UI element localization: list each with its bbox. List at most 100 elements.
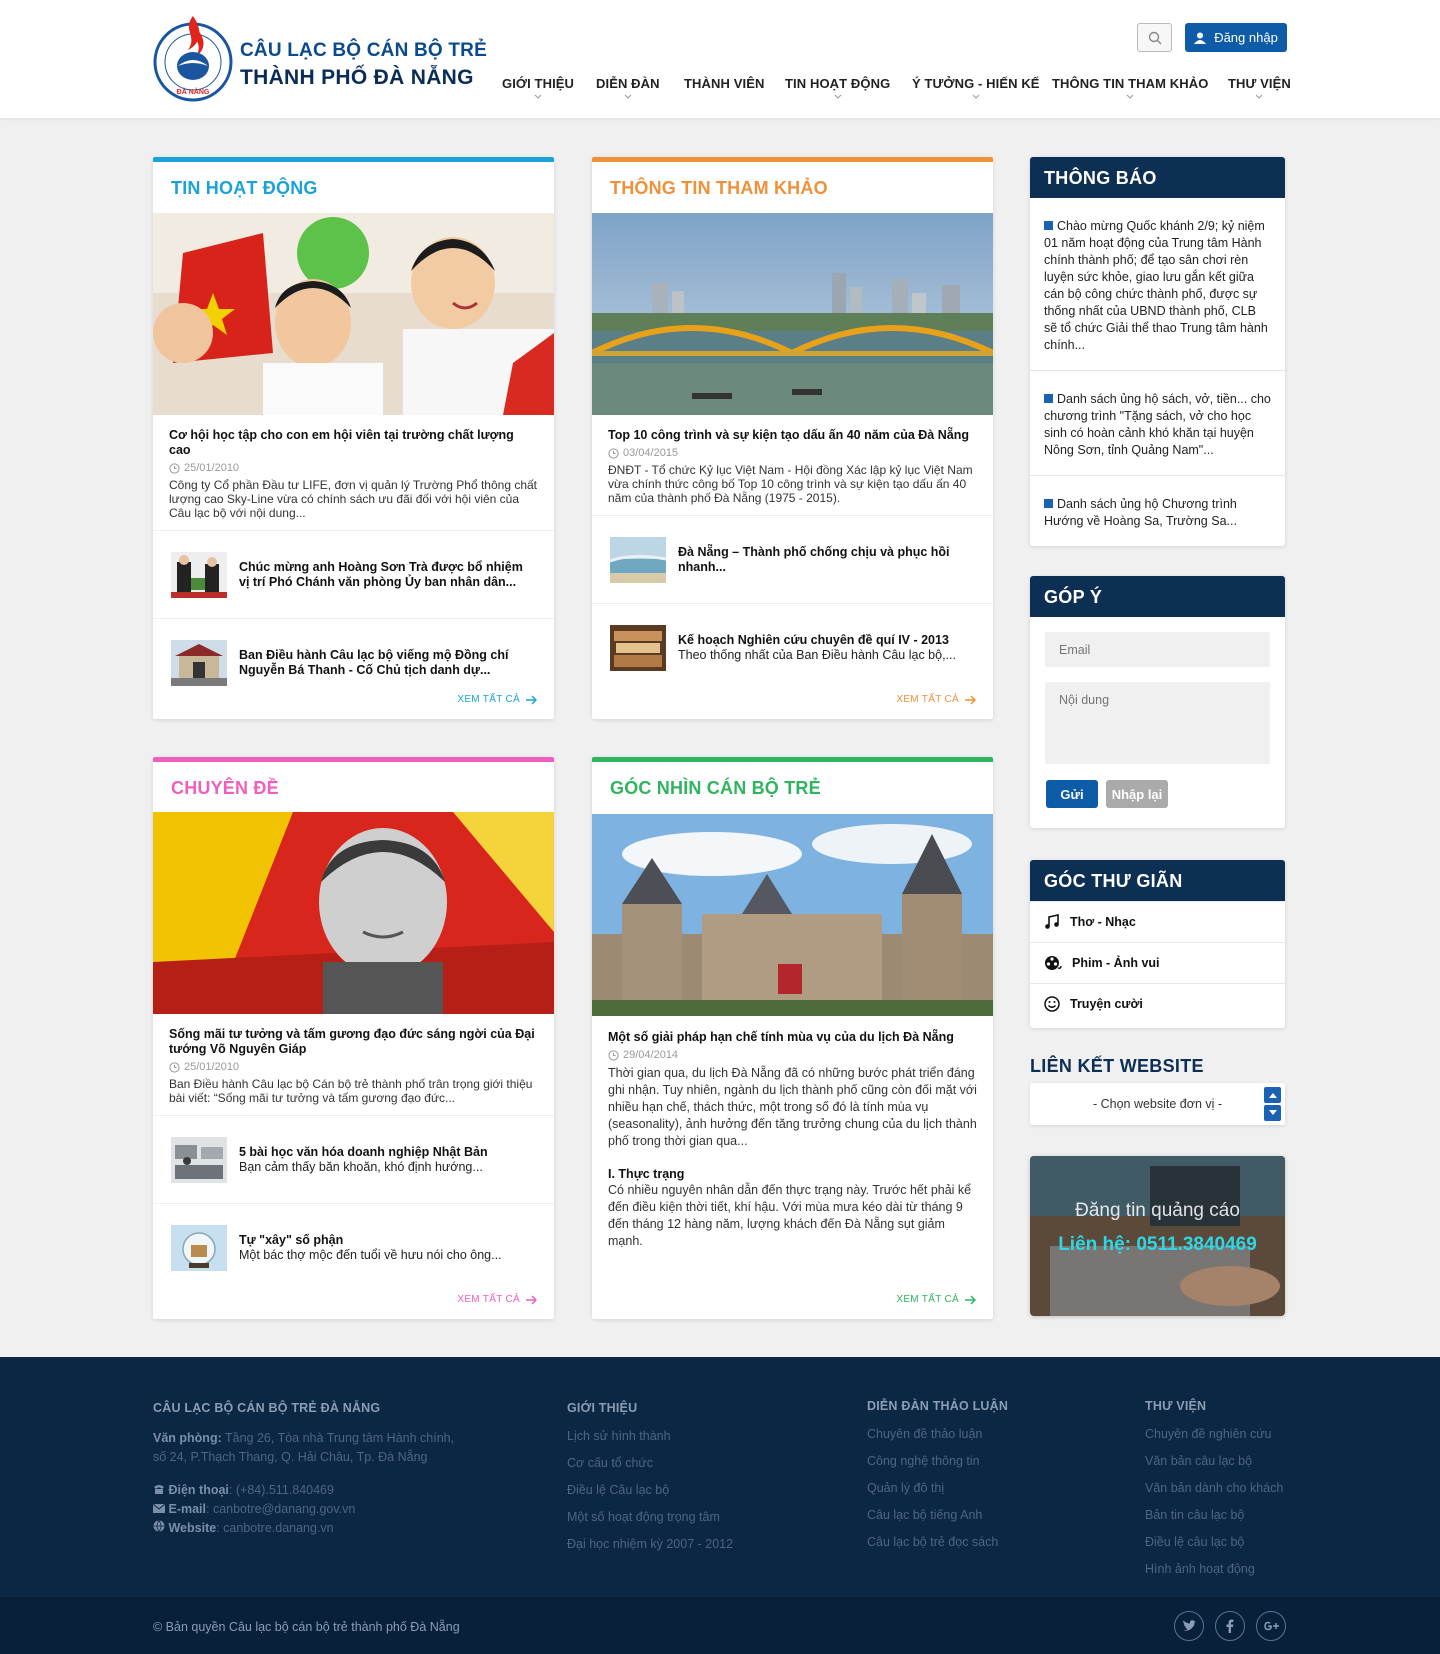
relax-item-joke[interactable]: Truyện cười	[1030, 983, 1285, 1024]
portrait-photo[interactable]	[153, 812, 554, 1014]
list-item[interactable]: 5 bài học văn hóa doanh nghiệp Nhật Bản B…	[153, 1115, 554, 1203]
children-photo[interactable]	[153, 213, 554, 415]
reset-button[interactable]: Nhập lại	[1106, 780, 1168, 808]
nav-gioi-thieu[interactable]: GIỚI THIỆU	[502, 76, 574, 99]
feature-title[interactable]: Một số giải pháp hạn chế tính mùa vụ của…	[608, 1030, 977, 1045]
bullet-icon	[1044, 499, 1053, 508]
web-text[interactable]: : canbotre.danang.vn	[216, 1521, 333, 1535]
email-field[interactable]	[1045, 632, 1270, 667]
list-item[interactable]: Ban Điều hành Câu lạc bộ viếng mộ Đồng c…	[153, 618, 554, 706]
footer-link[interactable]: Văn bản câu lạc bộ	[1145, 1454, 1252, 1468]
footer-link[interactable]: Điều lệ Câu lạc bộ	[567, 1483, 669, 1497]
footer-link[interactable]: Công nghệ thông tin	[867, 1454, 980, 1468]
feature-article[interactable]: Sống mãi tư tưởng và tấm gương đạo đức s…	[153, 1014, 554, 1115]
feature-title[interactable]: Cơ hội học tập cho con em hội viên tại t…	[169, 428, 538, 458]
feature-article[interactable]: Một số giải pháp hạn chế tính mùa vụ của…	[592, 1016, 993, 1260]
section-goc-nhin-can-bo-tre: GÓC NHÌN CÁN BỘ TRẺ Một số giải pháp hạn…	[592, 757, 993, 1319]
notice-item[interactable]: Danh sách ủng hộ sách, vở, tiền... cho c…	[1030, 371, 1285, 476]
view-all-link[interactable]: XEM TẤT CẢ	[896, 694, 977, 705]
clock-icon	[608, 1049, 619, 1061]
section-title[interactable]: TIN HOẠT ĐỘNG	[153, 162, 554, 213]
feature-date: 25/01/2010	[169, 1061, 538, 1073]
content-field[interactable]	[1045, 682, 1270, 764]
footer-link[interactable]: Hình ảnh hoạt động	[1145, 1562, 1255, 1576]
footer-link[interactable]: Câu lạc bộ tiếng Anh	[867, 1508, 982, 1522]
ad-line2: Liên hệ: 0511.3840469	[1058, 1234, 1257, 1255]
date-text: 29/04/2014	[623, 1049, 679, 1061]
feature-body: Có nhiều nguyên nhân dẫn đến thực trạng …	[608, 1183, 972, 1248]
view-all-link[interactable]: XEM TẤT CẢ	[457, 694, 538, 705]
scroll-down-button[interactable]	[1264, 1105, 1281, 1121]
nav-label: THƯ VIỆN	[1228, 76, 1291, 91]
bullet-icon	[1044, 221, 1053, 230]
footer-link[interactable]: Một số hoạt động trọng tâm	[567, 1510, 720, 1524]
section-title[interactable]: GÓC NHÌN CÁN BỘ TRẺ	[592, 762, 993, 814]
date-text: 25/01/2010	[184, 1061, 240, 1073]
ad-banner[interactable]: Đăng tin quảng cáo Liên hệ: 0511.3840469	[1030, 1156, 1285, 1316]
footer-link[interactable]: Điều lệ câu lạc bộ	[1145, 1535, 1244, 1549]
footer-link[interactable]: Cơ cấu tổ chức	[567, 1456, 653, 1470]
feature-title[interactable]: Sống mãi tư tưởng và tấm gương đạo đức s…	[169, 1027, 538, 1057]
music-icon	[1045, 914, 1059, 929]
nav-dien-dan[interactable]: DIỄN ĐÀN	[596, 76, 660, 99]
nav-thong-tin-tham-khao[interactable]: THÔNG TIN THAM KHẢO	[1052, 76, 1208, 99]
view-all-link[interactable]: XEM TẤT CẢ	[896, 1294, 977, 1305]
main-nav: GIỚI THIỆU DIỄN ĐÀN THÀNH VIÊN TIN HOẠT …	[0, 76, 1440, 106]
facebook-button[interactable]	[1215, 1611, 1245, 1641]
dragon-bridge-photo[interactable]	[592, 213, 993, 415]
feature-article[interactable]: Cơ hội học tập cho con em hội viên tại t…	[153, 415, 554, 530]
notice-item[interactable]: Chào mừng Quốc khánh 2/9; kỷ niệm 01 năm…	[1030, 198, 1285, 371]
chevron-down-icon	[834, 94, 841, 99]
email-text[interactable]: : canbotre@danang.gov.vn	[206, 1502, 355, 1516]
clock-icon	[608, 447, 619, 459]
item-title: Chúc mừng anh Hoàng Sơn Trà được bổ nhiệ…	[239, 559, 523, 589]
phone-label: Điện thoại	[168, 1483, 229, 1497]
list-item[interactable]: Tự "xây" số phận Một bác thợ mộc đến tuổi…	[153, 1203, 554, 1291]
chevron-down-icon	[1268, 1110, 1277, 1115]
footer-link[interactable]: Đại học nhiệm kỳ 2007 - 2012	[567, 1537, 733, 1551]
section-tin-hoat-dong: TIN HOẠT ĐỘNG Cơ hội học tập cho con em …	[153, 157, 554, 719]
feature-title[interactable]: Top 10 công trình và sự kiện tạo dấu ấn …	[608, 428, 977, 443]
feature-article[interactable]: Top 10 công trình và sự kiện tạo dấu ấn …	[592, 415, 993, 515]
nav-thu-vien[interactable]: THƯ VIỆN	[1228, 76, 1291, 99]
login-button[interactable]: Đăng nhập	[1185, 23, 1287, 52]
list-item[interactable]: Kế hoạch Nghiên cứu chuyên đề quí IV - 2…	[592, 603, 993, 691]
footer-link[interactable]: Văn bản dành cho khách	[1145, 1481, 1283, 1495]
send-button[interactable]: Gửi	[1046, 780, 1098, 808]
footer-link[interactable]: Chuyên đề thảo luận	[867, 1427, 982, 1441]
footer-link[interactable]: Lịch sử hình thành	[567, 1429, 671, 1443]
footer-link[interactable]: Chuyên đề nghiên cứu	[1145, 1427, 1272, 1441]
notice-text: Danh sách ủng hộ Chương trình Hướng về H…	[1044, 497, 1237, 528]
footer-library-heading: THƯ VIỆN	[1145, 1399, 1207, 1413]
site-header: ĐÀ NẴNG CÂU LẠC BỘ CÁN BỘ TRẺ THÀNH PHỐ …	[0, 0, 1440, 118]
phone-text[interactable]: : (+84).511.840469	[229, 1483, 334, 1497]
film-icon	[1045, 956, 1062, 970]
google-plus-button[interactable]	[1256, 1611, 1286, 1641]
scroll-up-button[interactable]	[1264, 1087, 1281, 1103]
view-all-label: XEM TẤT CẢ	[896, 694, 959, 705]
relax-item-music[interactable]: Thơ - Nhạc	[1030, 901, 1285, 942]
nav-label: DIỄN ĐÀN	[596, 76, 660, 91]
twitter-button[interactable]	[1174, 1611, 1204, 1641]
nav-y-tuong[interactable]: Ý TƯỞNG - HIẾN KẾ	[912, 76, 1040, 99]
nav-thanh-vien[interactable]: THÀNH VIÊN	[684, 76, 764, 91]
footer-link[interactable]: Câu lạc bộ trẻ đọc sách	[867, 1535, 998, 1549]
list-item[interactable]: Đà Nẵng – Thành phố chống chịu và phục h…	[592, 515, 993, 603]
nav-tin-hoat-dong[interactable]: TIN HOẠT ĐỘNG	[785, 76, 890, 99]
view-all-link[interactable]: XEM TẤT CẢ	[457, 1294, 538, 1305]
select-value: - Chọn website đơn vị -	[1092, 1097, 1223, 1111]
item-summary: Bạn cảm thấy băn khoăn, khó định hướng..…	[239, 1159, 483, 1174]
search-button[interactable]	[1137, 23, 1172, 52]
notice-item[interactable]: Danh sách ủng hộ Chương trình Hướng về H…	[1030, 476, 1285, 546]
section-title[interactable]: CHUYÊN ĐỀ	[153, 762, 554, 812]
chevron-up-icon	[1268, 1093, 1277, 1098]
website-select[interactable]: - Chọn website đơn vị -	[1030, 1083, 1285, 1125]
item-title: Kế hoạch Nghiên cứu chuyên đề quí IV - 2…	[678, 632, 949, 647]
smile-icon	[1044, 996, 1060, 1012]
list-item[interactable]: Chúc mừng anh Hoàng Sơn Trà được bổ nhiệ…	[153, 530, 554, 618]
footer-link[interactable]: Quản lý đô thị	[867, 1481, 944, 1495]
section-title[interactable]: THÔNG TIN THAM KHẢO	[592, 162, 993, 213]
relax-item-film[interactable]: Phim - Ảnh vui	[1030, 942, 1285, 983]
footer-link[interactable]: Bản tin câu lạc bộ	[1145, 1508, 1244, 1522]
castle-photo[interactable]	[592, 814, 993, 1016]
